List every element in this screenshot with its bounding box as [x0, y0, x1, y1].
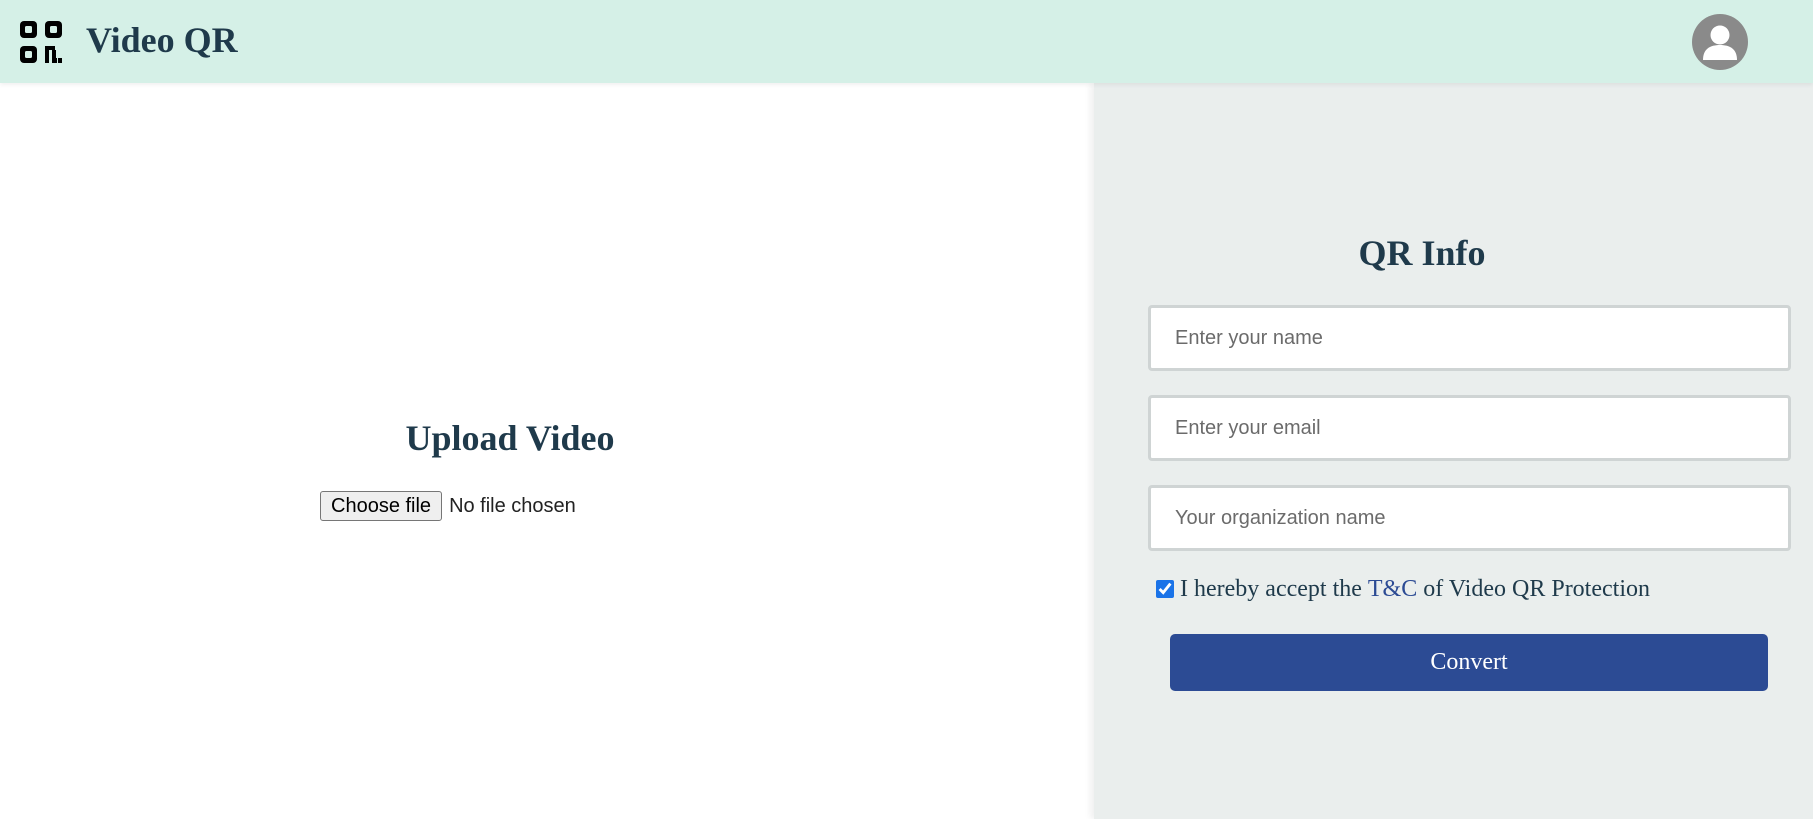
- upload-title: Upload Video: [405, 418, 615, 458]
- terms-prefix-text: I hereby accept the: [1180, 575, 1362, 602]
- qr-code-icon[interactable]: [19, 20, 63, 64]
- upload-panel: Upload Video Choose file No file chosen: [0, 83, 1094, 819]
- terms-suffix-text: of Video QR Protection: [1423, 575, 1650, 602]
- user-avatar-button[interactable]: [1692, 14, 1748, 70]
- app-header: Video QR: [0, 0, 1813, 83]
- app-title: Video QR: [86, 20, 238, 60]
- terms-checkbox[interactable]: [1156, 580, 1174, 598]
- organization-input[interactable]: [1148, 485, 1791, 551]
- choose-file-button[interactable]: Choose file: [320, 491, 443, 521]
- email-input[interactable]: [1148, 395, 1791, 461]
- qr-info-panel: QR Info I hereby accept the T&C of Video…: [1094, 83, 1813, 819]
- terms-link[interactable]: T&C: [1368, 576, 1417, 603]
- terms-row: I hereby accept the T&C of Video QR Prot…: [1156, 573, 1650, 605]
- user-avatar-icon: [1703, 25, 1737, 60]
- file-status-text: No file chosen: [449, 494, 576, 517]
- convert-button[interactable]: Convert: [1170, 634, 1768, 691]
- qr-info-title: QR Info: [1358, 233, 1486, 273]
- name-input[interactable]: [1148, 305, 1791, 371]
- file-picker: Choose file No file chosen: [320, 491, 576, 521]
